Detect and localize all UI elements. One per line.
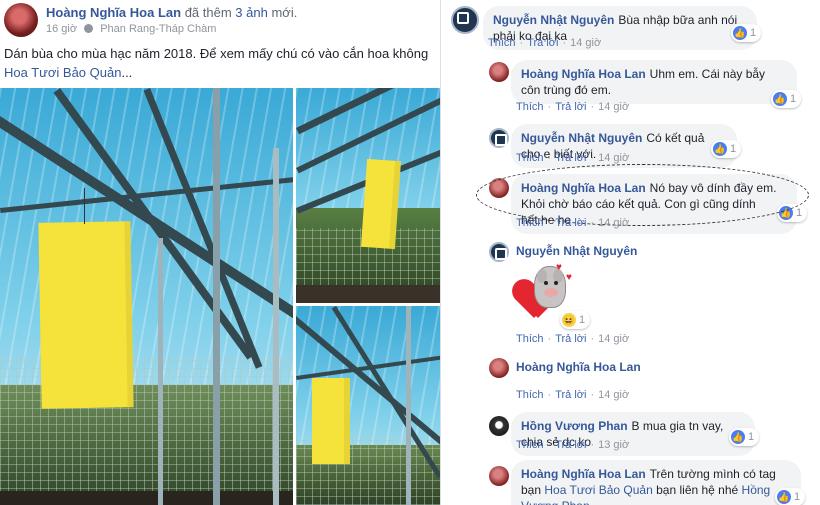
comment-time[interactable]: 14 giờ — [598, 101, 629, 113]
like-icon: 👍 — [731, 430, 745, 444]
comment-tag-page[interactable]: Hoa Tươi Bảo Quản — [544, 483, 652, 497]
reply-action[interactable]: Trả lời — [555, 217, 586, 229]
commenter-avatar[interactable] — [451, 6, 479, 34]
facebook-post: Hoàng Nghĩa Hoa Lan đã thêm 3 ảnh mới. 1… — [0, 0, 441, 505]
photo-bottom-right[interactable] — [296, 306, 440, 505]
like-count: 1 — [794, 491, 801, 503]
comment-time[interactable]: 13 giờ — [598, 439, 629, 451]
comment-author[interactable]: Nguyễn Nhật Nguyên — [516, 244, 637, 258]
haha-icon: 😆 — [562, 313, 576, 327]
reply-action[interactable]: Trả lời — [555, 152, 586, 164]
like-action[interactable]: Thích — [516, 389, 544, 401]
comment-actions: Thích · Trả lời · 14 giờ — [516, 333, 630, 345]
like-count: 1 — [579, 314, 586, 326]
comment-author[interactable]: Hoàng Nghĩa Hoa Lan — [521, 67, 646, 81]
like-icon: 👍 — [733, 26, 747, 40]
comment-bubble: Hoàng Nghĩa Hoa Lan Uhm em. Cái này bẫy c… — [511, 60, 797, 104]
like-action[interactable]: Thích — [516, 101, 544, 113]
comment-actions: Thích · Trả lời · 13 giờ — [516, 439, 630, 451]
commenter-avatar[interactable] — [489, 416, 509, 436]
post-photo-count[interactable]: 3 ảnh — [235, 5, 268, 20]
like-count: 1 — [790, 93, 797, 105]
comment-actions: Thích · Trả lời · 14 giờ — [516, 217, 630, 229]
like-action[interactable]: Thích — [516, 333, 544, 345]
commenter-avatar[interactable] — [489, 242, 509, 262]
yellow-sticky-trap — [360, 158, 402, 250]
photo-top-right[interactable] — [296, 88, 440, 303]
post-header: Hoàng Nghĩa Hoa Lan đã thêm 3 ảnh mới. 1… — [0, 0, 440, 40]
comments-panel: Nguyễn Nhật Nguyên Bùa nhập bữa anh nói p… — [445, 0, 820, 505]
comment-time[interactable]: 14 giờ — [598, 152, 629, 164]
reply-action[interactable]: Trả lời — [555, 333, 586, 345]
commenter-avatar[interactable] — [489, 466, 509, 486]
comment-actions: Thích · Trả lời · 14 giờ — [516, 389, 630, 401]
comment-reactions[interactable]: 👍 1 — [711, 140, 742, 158]
author-avatar[interactable] — [4, 3, 38, 37]
comment-time[interactable]: 14 giờ — [598, 217, 629, 229]
like-action[interactable]: Thích — [516, 439, 544, 451]
like-icon: 👍 — [779, 206, 793, 220]
comment-reactions[interactable]: 👍 1 — [731, 24, 762, 42]
reply-action[interactable]: Trả lời — [527, 37, 558, 49]
comment-reactions[interactable]: 👍 1 — [775, 488, 806, 505]
commenter-avatar[interactable] — [489, 62, 509, 82]
reply-action[interactable]: Trả lời — [555, 101, 586, 113]
photo-main[interactable] — [0, 88, 293, 505]
like-count: 1 — [796, 207, 803, 219]
like-count: 1 — [748, 431, 755, 443]
post-author-name[interactable]: Hoàng Nghĩa Hoa Lan — [46, 5, 181, 20]
commenter-avatar[interactable] — [489, 128, 509, 148]
post-meta: 16 giờ Phan Rang-Tháp Chàm — [46, 23, 216, 35]
comment-author[interactable]: Hoàng Nghĩa Hoa Lan — [521, 467, 646, 481]
comment-author[interactable]: Hoàng Nghĩa Hoa Lan — [516, 360, 641, 374]
commenter-avatar[interactable] — [489, 358, 509, 378]
comment-reactions[interactable]: 😆 1 — [560, 311, 591, 329]
reply-action[interactable]: Trả lời — [555, 439, 586, 451]
like-icon: 👍 — [713, 142, 727, 156]
globe-icon — [84, 24, 94, 33]
post-text: Dán bùa cho mùa hạc năm 2018. Để xem mấy… — [4, 44, 440, 82]
post-location[interactable]: Phan Rang-Tháp Chàm — [100, 23, 216, 35]
yellow-sticky-trap — [38, 221, 134, 409]
comment-actions: Thích · Trả lời · 14 giờ — [488, 37, 602, 49]
like-count: 1 — [730, 143, 737, 155]
post-text-body: Dán bùa cho mùa hạc năm 2018. Để xem mấy… — [4, 46, 429, 61]
post-text-link[interactable]: Hoa Tươi Bảo Quản — [4, 65, 121, 80]
post-action-prefix: đã thêm — [184, 5, 232, 20]
comment-reactions[interactable]: 👍 1 — [777, 204, 808, 222]
comment-text-end: . — [590, 499, 593, 505]
post-action-suffix: mới. — [271, 5, 298, 20]
comment-author[interactable]: Nguyễn Nhật Nguyên — [493, 13, 614, 27]
comment-time[interactable]: 14 giờ — [570, 37, 601, 49]
like-action[interactable]: Thích — [516, 217, 544, 229]
comment-author[interactable]: Hoàng Nghĩa Hoa Lan — [521, 181, 646, 195]
post-time[interactable]: 16 giờ — [46, 23, 77, 35]
comment-time[interactable]: 14 giờ — [598, 389, 629, 401]
like-action[interactable]: Thích — [516, 152, 544, 164]
comment-bubble: Hoàng Nghĩa Hoa Lan Trên tường mình có ta… — [511, 460, 801, 505]
yellow-sticky-trap — [312, 378, 350, 464]
comment-author[interactable]: Hồng Vương Phan — [521, 419, 628, 433]
post-author-line: Hoàng Nghĩa Hoa Lan đã thêm 3 ảnh mới. — [46, 5, 297, 20]
like-count: 1 — [750, 27, 757, 39]
commenter-avatar[interactable] — [489, 178, 509, 198]
comment-time[interactable]: 14 giờ — [598, 333, 629, 345]
comment-actions: Thích · Trả lời · 14 giờ — [516, 101, 630, 113]
comment-reactions[interactable]: 👍 1 — [729, 428, 760, 446]
like-icon: 👍 — [777, 490, 791, 504]
comment-author[interactable]: Nguyễn Nhật Nguyên — [521, 131, 642, 145]
like-icon: 👍 — [773, 92, 787, 106]
reply-action[interactable]: Trả lời — [555, 389, 586, 401]
comment-actions: Thích · Trả lời · 14 giờ — [516, 152, 630, 164]
like-action[interactable]: Thích — [488, 37, 516, 49]
comment-reactions[interactable]: 👍 1 — [771, 90, 802, 108]
post-text-ellipsis: ... — [121, 65, 133, 80]
comment-text-mid: bạn liên hệ nhé — [656, 483, 739, 497]
